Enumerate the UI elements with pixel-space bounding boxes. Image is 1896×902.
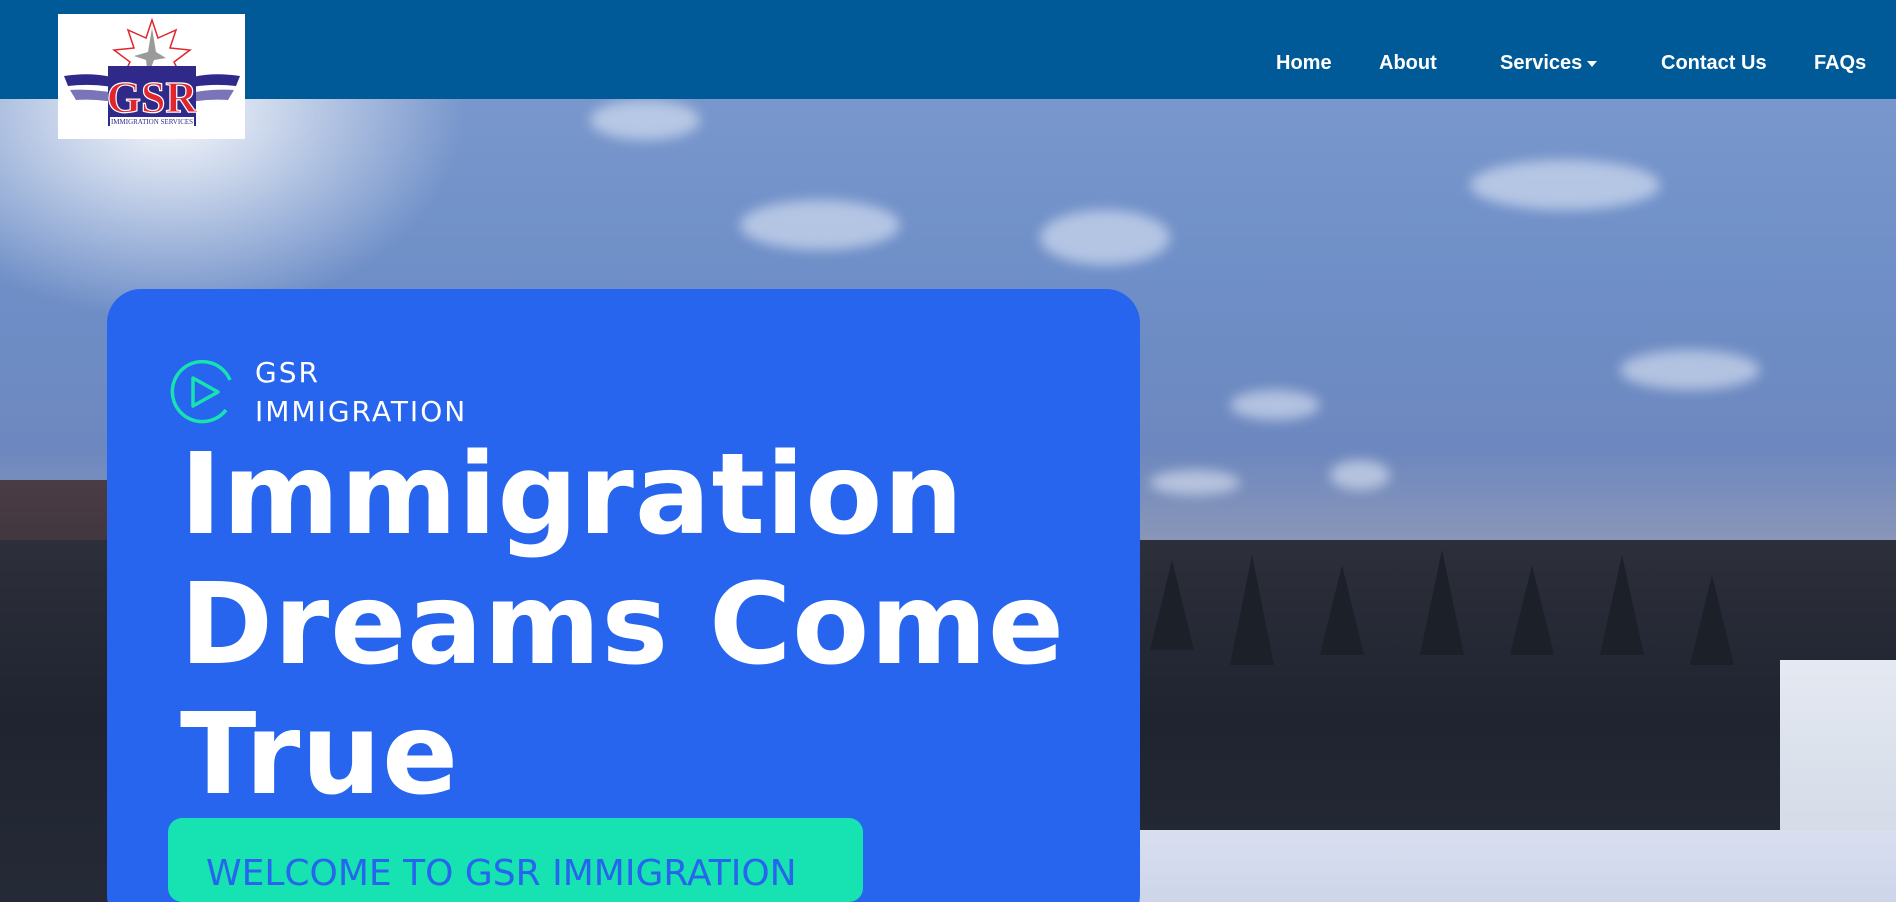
chevron-down-icon [1587, 60, 1598, 67]
hero-headline-line-2: Dreams Come [180, 560, 1065, 690]
nav-services-label: Services [1500, 52, 1583, 74]
logo-text: GSR [106, 73, 198, 122]
nav-home-link[interactable]: Home [1276, 52, 1332, 75]
hero-headline-line-3: True [180, 690, 460, 820]
gsr-logo[interactable]: GSR IMMIGRATION SERVICES [58, 14, 245, 139]
nav-services-dropdown[interactable]: Services [1500, 52, 1598, 75]
nav-contact-link[interactable]: Contact Us [1661, 52, 1767, 75]
nav-about-link[interactable]: About [1379, 52, 1437, 75]
welcome-cta-button[interactable]: WELCOME TO GSR IMMIGRATION [168, 818, 863, 902]
nav-faqs-link[interactable]: FAQs [1814, 52, 1866, 75]
brand-name-line-1: GSR [255, 356, 320, 389]
hero-headline-line-1: Immigration [180, 430, 965, 560]
logo-subtext: IMMIGRATION SERVICES [110, 118, 192, 126]
play-circle-icon[interactable] [168, 358, 236, 426]
brand-name-line-2: IMMIGRATION [255, 395, 468, 428]
logo-emblem: GSR IMMIGRATION SERVICES [63, 17, 240, 126]
top-navbar: Home About Services Contact Us FAQs [0, 0, 1896, 99]
